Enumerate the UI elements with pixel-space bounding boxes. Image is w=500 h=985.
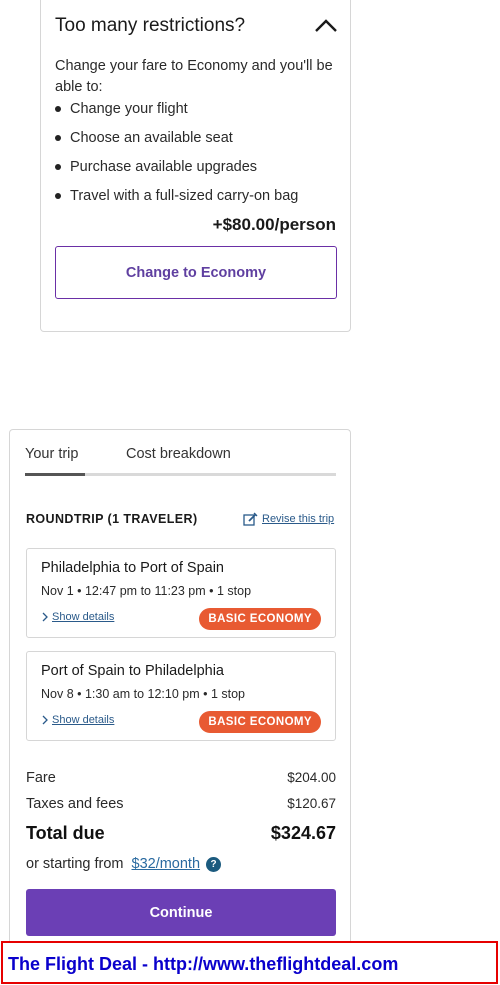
bullet-icon (55, 135, 61, 141)
restrictions-card: Too many restrictions? Change your fare … (40, 0, 351, 332)
total-row: Total due $324.67 (26, 823, 336, 844)
bullet-icon (55, 106, 61, 112)
total-label: Total due (26, 823, 105, 843)
chevron-up-icon[interactable] (314, 16, 338, 34)
monthly-price-link[interactable]: $32/month (132, 856, 201, 872)
show-details-link[interactable]: Show details (41, 714, 114, 726)
basic-economy-badge: BASIC ECONOMY (199, 608, 321, 630)
restrictions-intro: Change your fare to Economy and you'll b… (55, 58, 333, 95)
roundtrip-heading: ROUNDTRIP (1 TRAVELER) (26, 512, 198, 526)
help-icon[interactable]: ? (206, 856, 222, 872)
monthly-financing: or starting from $32/month ? (26, 856, 222, 872)
chevron-right-icon (42, 612, 48, 622)
starting-prefix: or starting from (26, 856, 124, 872)
upgrade-price: +$80.00/person (212, 215, 336, 234)
tab-cost-breakdown[interactable]: Cost breakdown (126, 446, 231, 462)
restrictions-title: Too many restrictions? (55, 15, 246, 36)
segment-time: Nov 1 • 12:47 pm to 11:23 pm • 1 stop (41, 584, 252, 598)
edit-icon (243, 512, 258, 526)
taxes-label: Taxes and fees (26, 796, 124, 812)
banner-text: The Flight Deal - http://www.theflightde… (8, 954, 399, 974)
basic-economy-badge: BASIC ECONOMY (199, 711, 321, 733)
tab-active-indicator (25, 473, 85, 476)
benefit-item: Change your flight (55, 97, 340, 126)
benefit-item: Choose an available seat (55, 126, 340, 155)
fare-label: Fare (26, 770, 56, 786)
segment-route: Philadelphia to Port of Spain (41, 560, 224, 576)
total-value: $324.67 (270, 823, 336, 843)
taxes-value: $120.67 (287, 796, 336, 811)
segment-route: Port of Spain to Philadelphia (41, 663, 224, 679)
segment-time: Nov 8 • 1:30 am to 12:10 pm • 1 stop (41, 687, 246, 701)
tab-your-trip[interactable]: Your trip (25, 446, 78, 462)
revise-trip-link[interactable]: Revise this trip (243, 511, 334, 527)
trip-summary-card: Your trip Cost breakdown ROUNDTRIP (1 TR… (9, 429, 351, 949)
bullet-icon (55, 193, 61, 199)
chevron-right-icon (42, 715, 48, 725)
fare-value: $204.00 (287, 770, 336, 785)
benefit-item: Travel with a full-sized carry-on bag (55, 184, 340, 213)
bullet-icon (55, 164, 61, 170)
revise-trip-label[interactable]: Revise this trip (262, 513, 334, 525)
fare-row: Fare $204.00 (26, 770, 336, 786)
benefits-list: Change your flight Choose an available s… (55, 97, 340, 213)
taxes-row: Taxes and fees $120.67 (26, 796, 336, 812)
continue-button[interactable]: Continue (26, 889, 336, 936)
change-to-economy-button[interactable]: Change to Economy (55, 246, 337, 299)
flight-segment: Philadelphia to Port of Spain Nov 1 • 12… (26, 548, 336, 638)
watermark-banner: The Flight Deal - http://www.theflightde… (1, 941, 498, 984)
show-details-link[interactable]: Show details (41, 611, 114, 623)
tab-bar: Your trip Cost breakdown (25, 446, 336, 476)
flight-segment: Port of Spain to Philadelphia Nov 8 • 1:… (26, 651, 336, 741)
benefit-item: Purchase available upgrades (55, 155, 340, 184)
